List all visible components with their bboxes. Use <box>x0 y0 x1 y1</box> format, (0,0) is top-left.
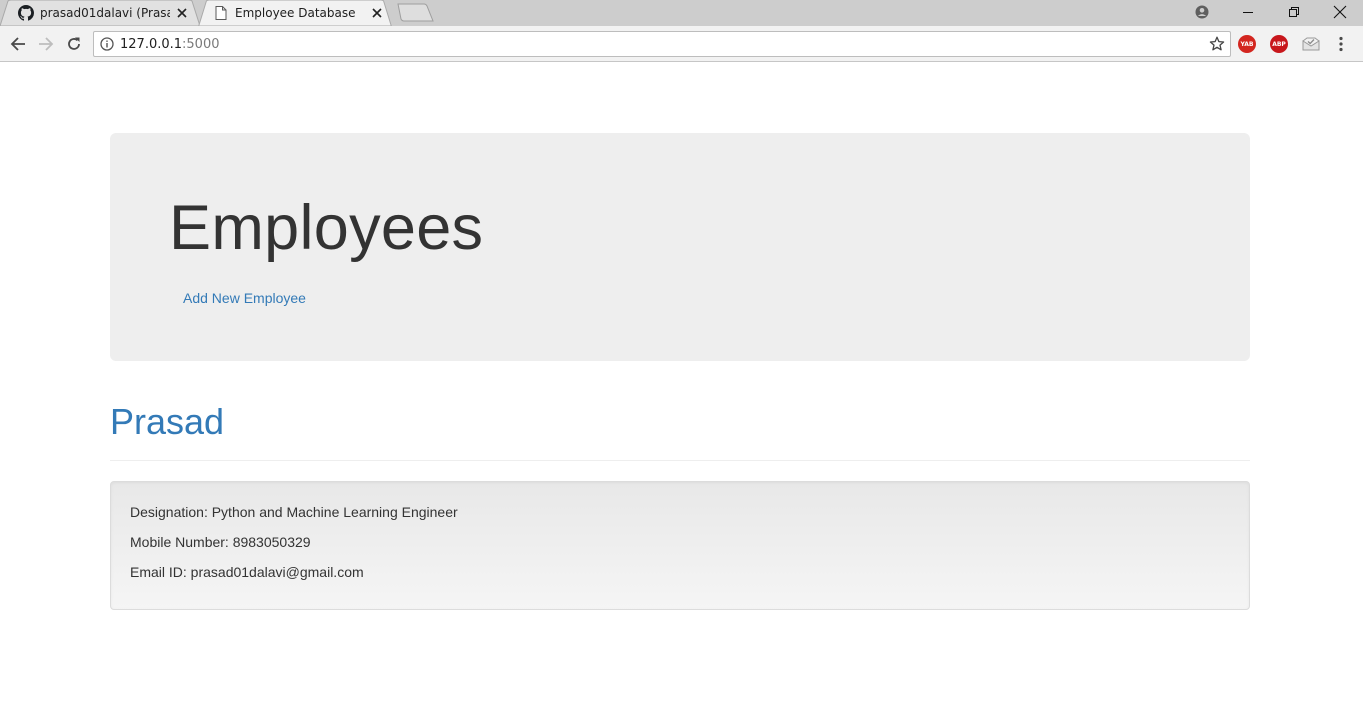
new-tab-button[interactable] <box>397 3 435 22</box>
employee-details-card: Designation: Python and Machine Learning… <box>110 481 1250 610</box>
add-new-employee-link[interactable]: Add New Employee <box>183 290 306 306</box>
arrow-right-icon <box>39 37 54 51</box>
jumbotron: Employees Add New Employee <box>110 133 1250 361</box>
employee-mobile: Mobile Number: 8983050329 <box>130 534 311 550</box>
info-icon[interactable] <box>94 32 120 56</box>
employee-email: Email ID: prasad01dalavi@gmail.com <box>130 564 364 580</box>
yab-extension-icon[interactable]: YAB <box>1238 35 1256 53</box>
minimize-button[interactable] <box>1225 0 1271 24</box>
reload-button[interactable] <box>63 33 85 55</box>
browser-menu-button[interactable] <box>1332 34 1350 54</box>
page-title: Employees <box>169 193 484 263</box>
close-tab-icon[interactable] <box>174 5 190 21</box>
browser-tab-employee-database[interactable]: Employee Database <box>195 0 395 26</box>
close-window-button[interactable] <box>1317 0 1363 24</box>
minimize-icon <box>1243 12 1253 13</box>
browser-toolbar: 127.0.0.1:5000 YAB ABP <box>0 26 1363 62</box>
employee-designation: Designation: Python and Machine Learning… <box>130 504 458 520</box>
tab-title: Employee Database <box>235 6 356 20</box>
tab-strip: prasad01dalavi (Prasad D Employee Databa… <box>0 0 1363 26</box>
url-port: :5000 <box>182 36 220 52</box>
address-bar[interactable]: 127.0.0.1:5000 <box>93 31 1231 57</box>
browser-tab-github[interactable]: prasad01dalavi (Prasad D <box>0 0 200 26</box>
employee-name-link[interactable]: Prasad <box>110 402 224 442</box>
reload-icon <box>68 37 80 50</box>
close-tab-icon[interactable] <box>369 5 385 21</box>
restore-icon <box>1289 7 1299 17</box>
divider <box>110 460 1250 461</box>
page-icon <box>213 5 229 21</box>
tab-title: prasad01dalavi (Prasad D <box>40 6 170 20</box>
restore-button[interactable] <box>1271 0 1317 24</box>
url-text: 127.0.0.1:5000 <box>120 37 220 52</box>
url-host: 127.0.0.1 <box>120 36 183 52</box>
forward-button[interactable] <box>35 33 57 55</box>
profile-icon[interactable] <box>1192 2 1212 22</box>
back-button[interactable] <box>7 33 29 55</box>
more-vertical-icon <box>1339 36 1343 52</box>
close-icon <box>1333 5 1347 19</box>
arrow-left-icon <box>10 37 25 51</box>
mail-extension-icon[interactable] <box>1302 35 1320 53</box>
bookmark-star-icon[interactable] <box>1208 35 1226 53</box>
abp-extension-icon[interactable]: ABP <box>1270 35 1288 53</box>
github-icon <box>18 5 34 21</box>
